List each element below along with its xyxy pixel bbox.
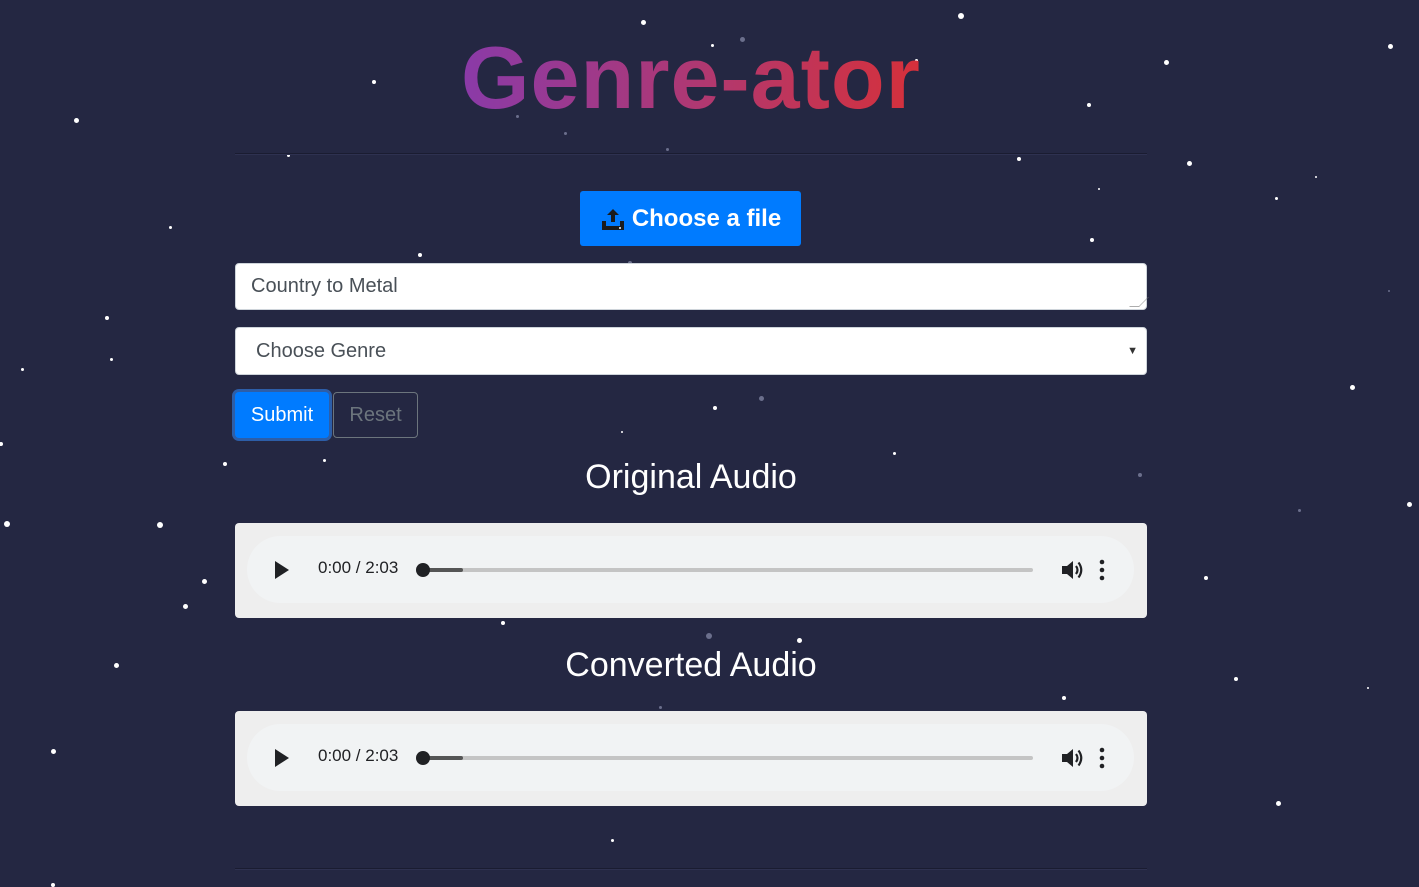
star [796,637,802,643]
star [1275,800,1281,806]
original-audio-player[interactable]: 0:00 / 2:03 [247,536,1134,603]
star [658,705,662,709]
star [109,357,113,361]
converted-audio-seek-thumb[interactable] [416,751,430,765]
star [0,442,3,446]
star [1098,188,1100,190]
star [665,147,669,151]
star [1274,196,1278,200]
more-vert-icon[interactable] [1097,746,1107,770]
star [50,748,56,754]
converted-audio-heading: Converted Audio [565,646,817,684]
genre-select[interactable]: Choose Genre ▼ [235,327,1147,375]
original-audio-card: 0:00 / 2:03 [235,523,1147,618]
star [1315,176,1317,178]
caret-down-icon: ▼ [1127,345,1138,357]
star [1017,157,1021,161]
star [1090,238,1094,242]
converted-audio-card: 0:00 / 2:03 [235,711,1147,806]
original-audio-seek-bar[interactable] [416,563,1033,577]
play-icon[interactable] [273,560,291,580]
submit-button[interactable]: Submit [235,392,329,438]
star [1297,508,1301,512]
star [182,603,188,609]
star [20,367,24,371]
choose-file-button[interactable]: Choose a file [580,191,801,246]
star [892,451,896,455]
star [1349,384,1355,390]
original-audio-time: 0:00 / 2:03 [318,558,399,577]
star [418,253,422,257]
star [621,431,623,433]
star [713,406,717,410]
prompt-value: Country to Metal [251,275,398,297]
original-audio-heading: Original Audio [585,458,797,496]
star [563,131,567,135]
choose-file-label: Choose a file [631,204,782,232]
star [1388,290,1390,292]
app-title: Genre-ator [461,28,921,127]
star [706,633,712,639]
top-divider [235,153,1147,155]
star [610,838,614,842]
star [105,316,109,320]
reset-button[interactable]: Reset [333,392,418,438]
converted-audio-player[interactable]: 0:00 / 2:03 [247,724,1134,791]
star [1186,160,1192,166]
star [501,621,505,625]
converted-audio-time: 0:00 / 2:03 [318,746,399,765]
star [1387,43,1393,49]
star [168,225,172,229]
converted-audio-seek-bar[interactable] [416,751,1033,765]
prompt-textarea[interactable]: Country to Metal [235,263,1149,310]
star [958,13,964,19]
volume-icon[interactable] [1060,746,1086,770]
resize-handle-icon[interactable] [1129,297,1149,307]
bottom-divider [235,868,1147,870]
star [4,521,10,527]
star [1204,576,1208,580]
upload-icon [601,208,624,230]
star [157,522,163,528]
genre-select-value: Choose Genre [256,339,387,362]
more-vert-icon[interactable] [1097,558,1107,582]
star [758,395,764,401]
star [201,578,207,584]
star [1367,687,1369,689]
original-audio-seek-thumb[interactable] [416,563,430,577]
star [51,883,55,887]
volume-icon[interactable] [1060,558,1086,582]
star [1406,501,1412,507]
star [640,19,646,25]
play-icon[interactable] [273,748,291,768]
star [1062,696,1066,700]
